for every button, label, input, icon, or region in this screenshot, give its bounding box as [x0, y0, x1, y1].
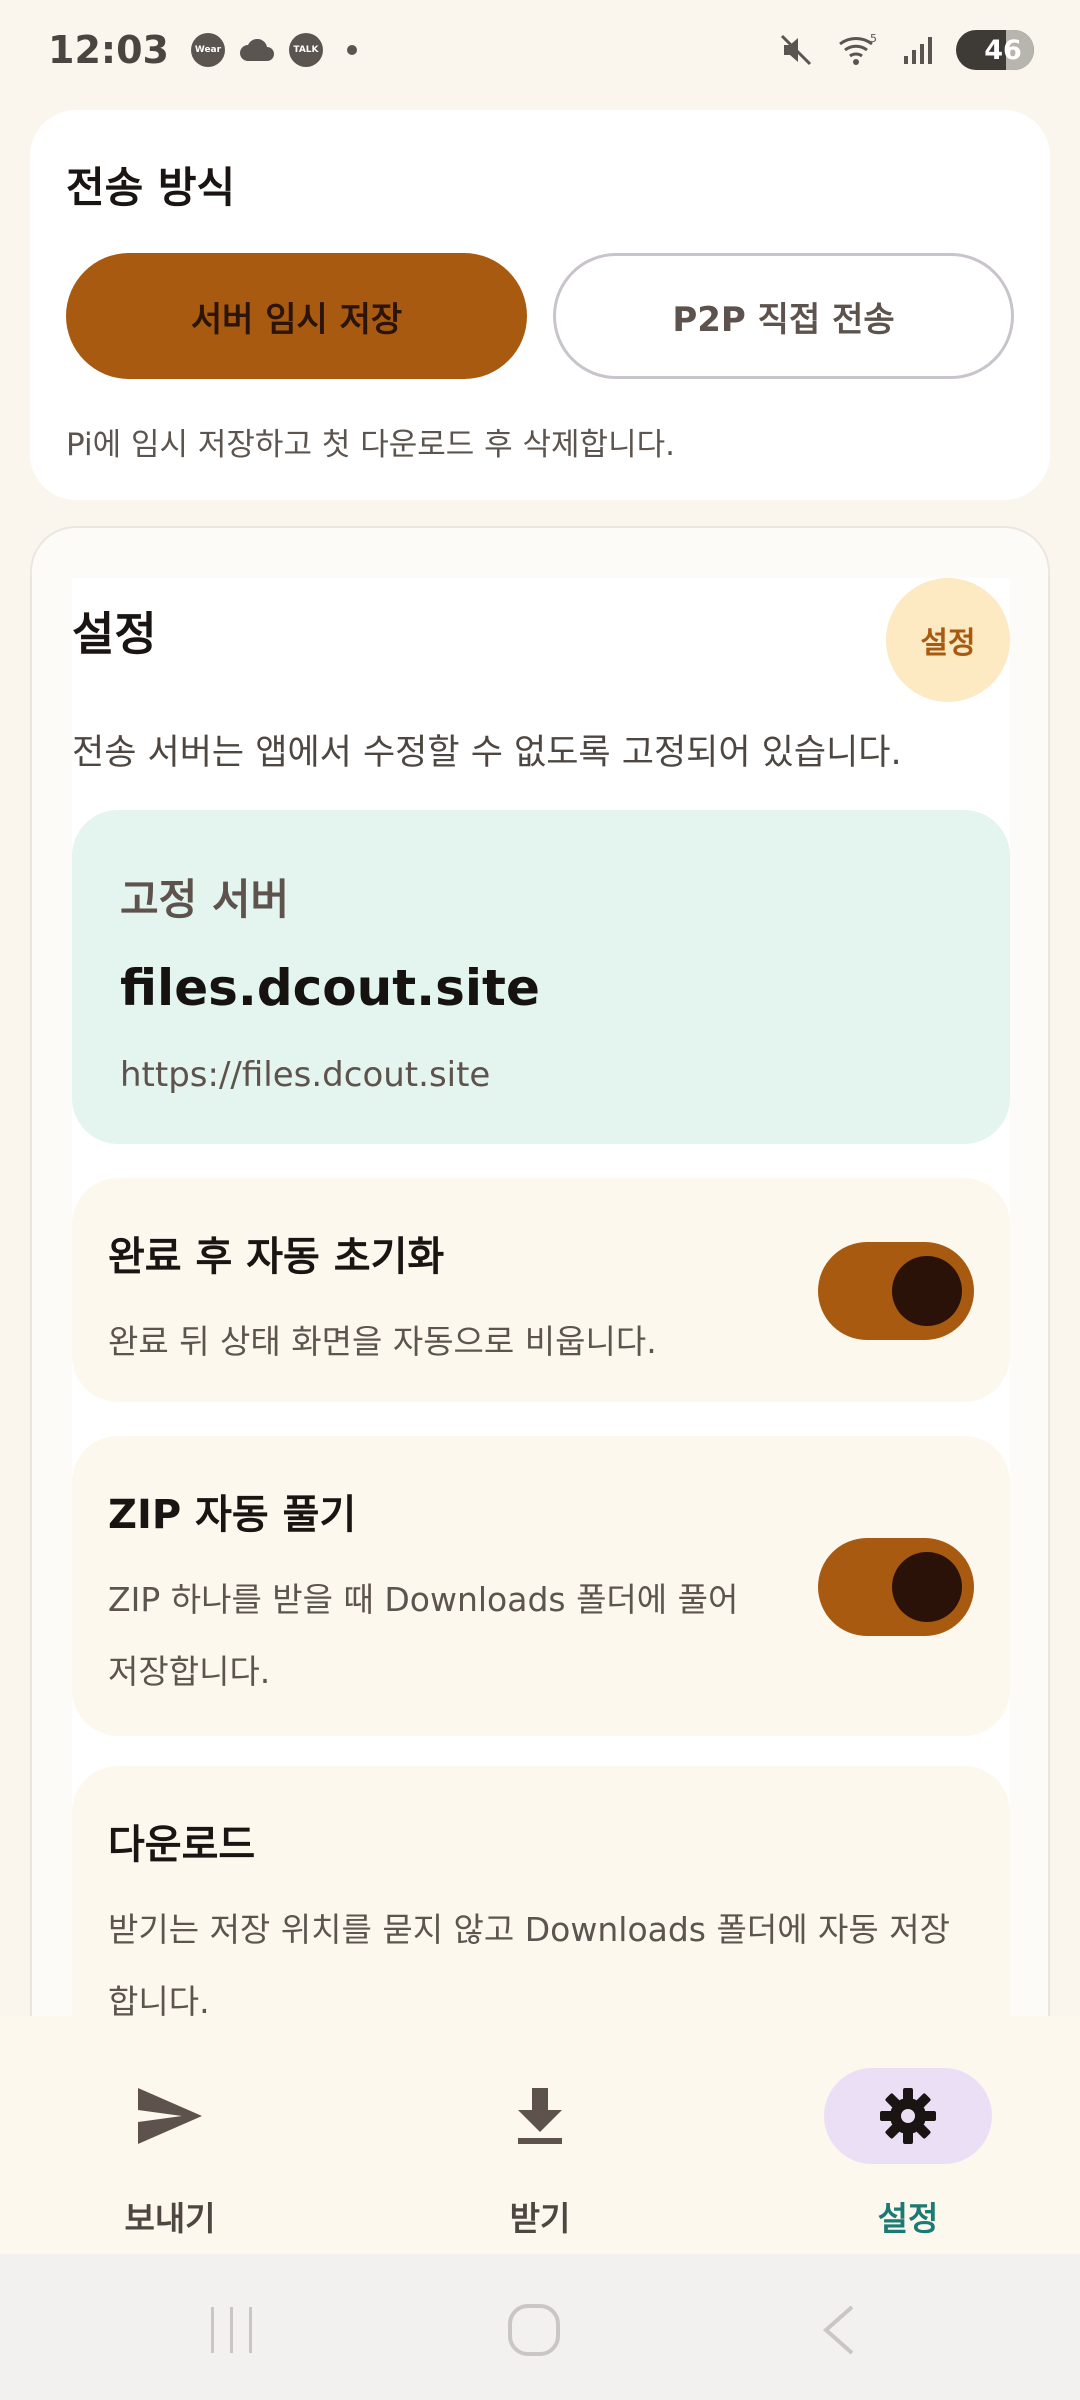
status-bar: 12:03 Wear TALK 5 46 [0, 0, 1080, 100]
status-left: 12:03 Wear TALK [48, 28, 357, 72]
zip-auto-extract-option: ZIP 자동 풀기 ZIP 하나를 받을 때 Downloads 폴더에 풀어 … [72, 1436, 1010, 1736]
recent-apps-button[interactable] [202, 2300, 262, 2360]
wifi-label: 5 [870, 32, 877, 45]
mute-icon [780, 34, 812, 66]
talk-app-icon: TALK [288, 33, 323, 67]
settings-badge: 설정 [886, 578, 1010, 702]
settings-description: 전송 서버는 앱에서 수정할 수 없도록 고정되어 있습니다. [72, 733, 902, 773]
nav-receive[interactable]: 받기 [430, 2054, 650, 2244]
auto-reset-toggle[interactable] [818, 1242, 974, 1340]
fixed-server-box: 고정 서버 files.dcout.site https://files.dco… [72, 810, 1010, 1144]
cell-signal-icon [904, 37, 932, 64]
p2p-direct-transfer-button[interactable]: P2P 직접 전송 [553, 253, 1014, 379]
nav-settings-icon-wrap [824, 2068, 992, 2164]
transfer-mode-title: 전송 방식 [66, 163, 236, 212]
nav-receive-icon-wrap [456, 2068, 624, 2164]
status-right: 5 46 [778, 30, 1034, 70]
back-icon [822, 2305, 854, 2355]
download-option: 다운로드 받기는 저장 위치를 묻지 않고 Downloads 폴더에 자동 저… [72, 1766, 1010, 2026]
transfer-mode-description: Pi에 임시 저장하고 첫 다운로드 후 삭제합니다. [66, 427, 675, 463]
nav-send[interactable]: 보내기 [60, 2054, 280, 2244]
server-url: https://files.dcout.site [120, 1055, 491, 1095]
zip-auto-extract-title: ZIP 자동 풀기 [108, 1492, 357, 1538]
settings-title: 설정 [72, 607, 157, 661]
zip-auto-extract-toggle[interactable] [818, 1538, 974, 1636]
download-title: 다운로드 [108, 1822, 256, 1868]
server-host: files.dcout.site [120, 959, 540, 1017]
transfer-mode-card: 전송 방식 서버 임시 저장 P2P 직접 전송 Pi에 임시 저장하고 첫 다… [30, 110, 1050, 500]
wear-app-icon: Wear [190, 33, 225, 67]
back-button[interactable] [808, 2300, 868, 2360]
nav-settings-label: 설정 [877, 2199, 939, 2238]
cloud-icon [239, 38, 274, 61]
nav-settings[interactable]: 설정 [798, 2054, 1018, 2244]
toggle-knob [892, 1552, 962, 1622]
bottom-navigation: 보내기 받기 설정 [0, 2016, 1080, 2254]
nav-send-label: 보내기 [124, 2199, 216, 2238]
download-icon [518, 2088, 562, 2144]
battery-level: 46 [984, 34, 1022, 66]
transfer-mode-options: 서버 임시 저장 P2P 직접 전송 [66, 253, 1014, 379]
recent-apps-icon [211, 2307, 252, 2353]
status-time: 12:03 [48, 28, 169, 72]
settings-header: 설정 설정 [72, 578, 1010, 708]
home-icon [508, 2304, 560, 2356]
system-navigation-bar [0, 2254, 1080, 2400]
nav-send-icon-wrap [86, 2068, 254, 2164]
send-icon [138, 2088, 202, 2144]
zip-auto-extract-description: ZIP 하나를 받을 때 Downloads 폴더에 풀어 저장합니다. [108, 1580, 739, 1691]
auto-reset-option: 완료 후 자동 초기화 완료 뒤 상태 화면을 자동으로 비웁니다. [72, 1178, 1010, 1402]
notification-dot-icon [346, 45, 357, 55]
download-description: 받기는 저장 위치를 묻지 않고 Downloads 폴더에 자동 저장합니다. [108, 1910, 950, 2021]
server-label: 고정 서버 [120, 875, 290, 924]
toggle-knob [892, 1256, 962, 1326]
gear-icon [880, 2088, 936, 2144]
nav-receive-label: 받기 [509, 2199, 571, 2238]
settings-card: 설정 설정 전송 서버는 앱에서 수정할 수 없도록 고정되어 있습니다. 고정… [30, 526, 1050, 2026]
server-temp-storage-button[interactable]: 서버 임시 저장 [66, 253, 527, 379]
wifi-icon: 5 [839, 32, 877, 65]
settings-content[interactable]: 설정 설정 전송 서버는 앱에서 수정할 수 없도록 고정되어 있습니다. 고정… [72, 578, 1010, 2026]
auto-reset-description: 완료 뒤 상태 화면을 자동으로 비웁니다. [108, 1322, 657, 1361]
home-button[interactable] [504, 2300, 564, 2360]
battery-indicator: 46 [956, 30, 1034, 70]
